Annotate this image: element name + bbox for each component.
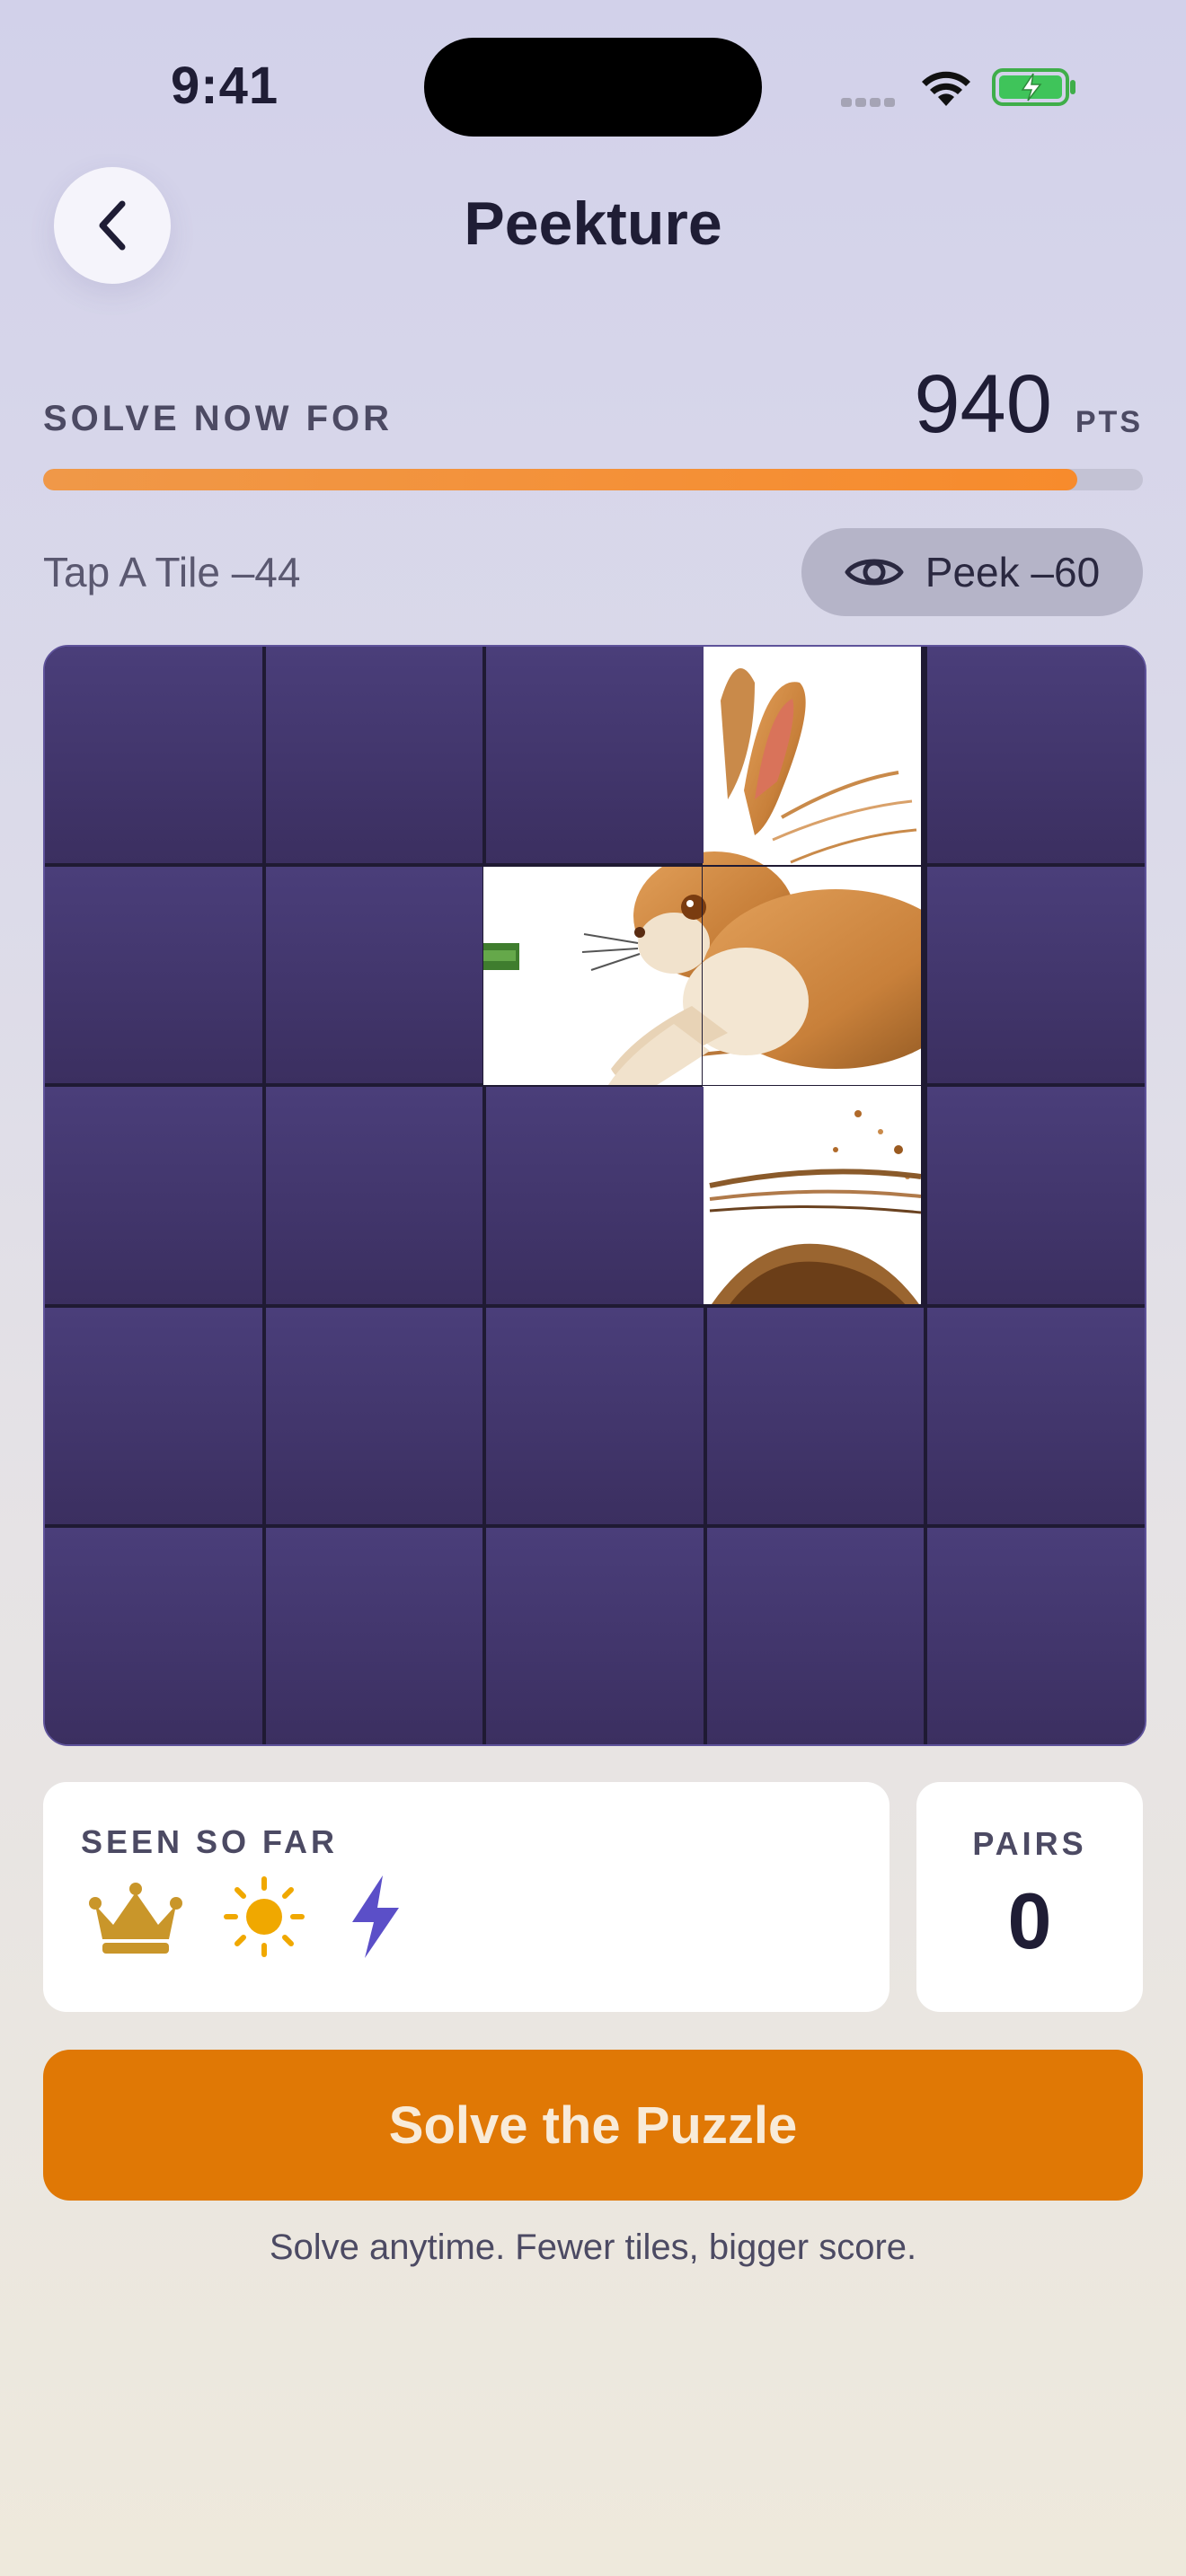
hidden-tile[interactable]: [45, 867, 262, 1084]
hidden-tile[interactable]: [927, 1307, 1145, 1524]
hidden-tile[interactable]: [486, 647, 704, 864]
hidden-tile[interactable]: [927, 1527, 1145, 1744]
hidden-tile[interactable]: [45, 1087, 262, 1304]
crown-icon: [89, 1883, 182, 1954]
solve-now-label: SOLVE NOW FOR: [43, 399, 394, 438]
points-unit: PTS: [1075, 405, 1143, 439]
footer-hint: Solve anytime. Fewer tiles, bigger score…: [269, 2228, 917, 2267]
hidden-tile[interactable]: [45, 1307, 262, 1524]
hidden-tile[interactable]: [927, 867, 1145, 1084]
page-title: Peekture: [464, 190, 722, 258]
hidden-tile[interactable]: [486, 1307, 704, 1524]
hidden-tile[interactable]: [706, 1307, 925, 1524]
seen-so-far-card: SEEN SO FAR: [43, 1782, 890, 2012]
hidden-tile[interactable]: [265, 1087, 483, 1304]
solve-puzzle-button[interactable]: Solve the Puzzle: [43, 2050, 1143, 2201]
revealed-tile[interactable]: [707, 867, 925, 1083]
eye-icon: [845, 559, 904, 586]
hidden-tile[interactable]: [706, 1527, 925, 1744]
points-value: 940: [914, 358, 1052, 450]
revealed-tile[interactable]: [707, 647, 925, 863]
peek-label: Peek –60: [925, 549, 1101, 595]
sun-icon: [224, 1876, 305, 1957]
battery-icon: [992, 66, 1078, 108]
score-progress-bar: [43, 469, 1143, 490]
hidden-tile[interactable]: [486, 1087, 704, 1304]
lightning-icon: [352, 1875, 399, 1958]
hidden-tile[interactable]: [486, 1527, 704, 1744]
seen-icons-list: [86, 1872, 406, 1962]
peek-button[interactable]: Peek –60: [801, 528, 1143, 616]
hidden-tile[interactable]: [927, 647, 1145, 864]
revealed-tile[interactable]: [486, 867, 704, 1083]
score-progress-fill: [43, 469, 1077, 490]
wifi-icon: [918, 66, 974, 110]
puzzle-board: [43, 645, 1146, 1746]
hidden-tile[interactable]: [265, 1307, 483, 1524]
seen-so-far-label: SEEN SO FAR: [81, 1823, 339, 1860]
hidden-tile[interactable]: [45, 647, 262, 864]
pairs-value: 0: [1007, 1876, 1052, 1965]
points-display: 940 PTS: [914, 357, 1143, 452]
hidden-tile[interactable]: [265, 647, 483, 864]
pairs-label: PAIRS: [972, 1825, 1087, 1862]
hidden-tile[interactable]: [265, 1527, 483, 1744]
hidden-tile[interactable]: [45, 1527, 262, 1744]
tap-tile-cost-label: Tap A Tile –44: [43, 549, 301, 595]
revealed-tile[interactable]: [707, 1087, 925, 1303]
hidden-tile[interactable]: [927, 1087, 1145, 1304]
dynamic-island: [424, 38, 762, 137]
hidden-tile[interactable]: [265, 867, 483, 1084]
cellular-signal-icon: [841, 95, 902, 107]
pairs-card: PAIRS 0: [916, 1782, 1143, 2012]
status-time: 9:41: [171, 57, 279, 115]
